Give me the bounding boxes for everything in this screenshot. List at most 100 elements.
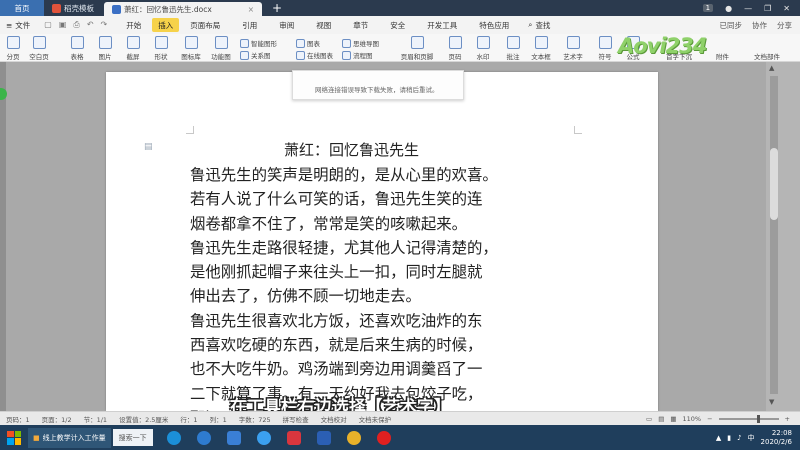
taskbar-word-icon[interactable] xyxy=(312,428,336,448)
user-avatar-icon[interactable]: ● xyxy=(725,4,732,13)
scroll-thumb[interactable] xyxy=(770,148,778,220)
collab-button[interactable]: 协作 xyxy=(752,20,767,31)
view-mode-icon[interactable]: ▤ xyxy=(658,415,664,423)
tab-template[interactable]: 稻壳模板 xyxy=(44,0,104,16)
close-icon[interactable]: × xyxy=(248,5,254,14)
ribbon-watermark[interactable]: 水印 xyxy=(472,34,494,61)
ribbon-screenshot[interactable]: 截屏 xyxy=(122,34,144,61)
taskbar-record-icon[interactable] xyxy=(372,428,396,448)
ribbon-label: 关系图 xyxy=(251,52,271,60)
taskbar-wps-icon[interactable] xyxy=(282,428,306,448)
share-button[interactable]: 分享 xyxy=(777,20,792,31)
file-menu[interactable]: ≡ 文件 xyxy=(0,20,36,31)
ribbon-picture[interactable]: 图片 xyxy=(94,34,116,61)
taskbar-ie-icon[interactable] xyxy=(162,428,186,448)
menu-search[interactable]: ⌕ 查找 xyxy=(520,20,558,31)
ribbon-icon-library[interactable]: 图标库 xyxy=(180,34,202,61)
network-icon[interactable]: ▮ xyxy=(727,434,731,442)
scroll-down-icon[interactable]: ▼ xyxy=(769,398,774,406)
ribbon-mindmap[interactable]: 思维导图 xyxy=(342,38,379,48)
zoom-out-icon[interactable]: − xyxy=(707,415,712,423)
ribbon-page-break[interactable]: 分页 xyxy=(2,34,24,61)
view-mode-icon[interactable]: ▭ xyxy=(646,415,652,423)
zoom-slider[interactable] xyxy=(718,414,779,423)
zoom-level[interactable]: 110% xyxy=(683,415,702,423)
status-section[interactable]: 节：1/1 xyxy=(78,414,113,424)
print-icon[interactable]: ⎙ xyxy=(73,20,79,30)
doc-line: 西喜欢吃硬的东西，就是后来生病的时候， xyxy=(190,336,483,355)
scroll-up-icon[interactable]: ▲ xyxy=(769,64,774,72)
sync-status[interactable]: 已同步 xyxy=(720,20,743,31)
menu-review[interactable]: 审阅 xyxy=(268,16,305,34)
document-body[interactable]: 鲁迅先生的笑声是明朗的，是从心里的欢喜。 若有人说了什么可笑的话，鲁迅先生笑的连… xyxy=(190,163,590,430)
ribbon-header-footer[interactable]: 页眉和页脚 xyxy=(400,34,434,61)
scroll-track[interactable] xyxy=(770,76,778,394)
menu-security[interactable]: 安全 xyxy=(379,16,416,34)
menu-start[interactable]: 开始 xyxy=(115,16,152,34)
status-page-number[interactable]: 页码：1 xyxy=(0,414,36,424)
tray-expand-icon[interactable]: ▲ xyxy=(716,434,721,442)
ribbon-flowchart[interactable]: 流程图 xyxy=(342,50,373,60)
save-icon[interactable]: ▣ xyxy=(59,20,67,30)
tab-home[interactable]: 首页 xyxy=(0,0,44,16)
menu-view[interactable]: 视图 xyxy=(305,16,342,34)
vertical-scrollbar[interactable]: ▲ ▼ xyxy=(766,62,800,411)
redo-icon[interactable]: ↷ xyxy=(101,20,108,30)
ribbon-table[interactable]: 表格 xyxy=(66,34,88,61)
menu-page-layout[interactable]: 页面布局 xyxy=(179,16,231,34)
ribbon-wordart[interactable]: 艺术字 xyxy=(562,34,584,61)
ime-indicator[interactable]: 中 xyxy=(748,433,755,443)
status-word-count[interactable]: 字数：725 xyxy=(233,414,277,424)
status-column[interactable]: 列：1 xyxy=(204,414,233,424)
menu-chapter[interactable]: 章节 xyxy=(342,16,379,34)
paragraph-layout-icon[interactable]: ▤ xyxy=(144,142,153,152)
tab-document[interactable]: 萧红：回忆鲁迅先生.docx × xyxy=(104,2,262,16)
menu-developer[interactable]: 开发工具 xyxy=(416,16,468,34)
start-button[interactable] xyxy=(0,425,28,450)
taskbar-chrome-icon[interactable] xyxy=(342,428,366,448)
status-spell-check[interactable]: 拼写检查 xyxy=(277,414,315,424)
taskbar-edge-icon[interactable] xyxy=(192,428,216,448)
taskbar-search[interactable]: 搜索一下 xyxy=(112,429,153,446)
ribbon-doc-parts[interactable]: 文档部件 xyxy=(754,51,780,61)
ribbon-function-chart[interactable]: 功能图 xyxy=(210,34,232,61)
ribbon-label: 页眉和页脚 xyxy=(400,53,434,61)
taskbar-baidu-netdisk-icon[interactable] xyxy=(252,428,276,448)
menu-references[interactable]: 引用 xyxy=(231,16,268,34)
ribbon-label: 图标库 xyxy=(181,53,201,61)
ribbon-relation-chart[interactable]: 关系图 xyxy=(240,50,271,60)
ribbon-chart[interactable]: 图表 xyxy=(296,38,320,48)
windows-logo-icon xyxy=(7,430,21,445)
ribbon-smartart[interactable]: 智能图形 xyxy=(240,38,277,48)
system-clock[interactable]: 22:08 2020/2/6 xyxy=(761,429,792,447)
new-tab-button[interactable]: + xyxy=(262,0,292,16)
taskbar-store-icon[interactable] xyxy=(222,428,246,448)
chart-icon xyxy=(296,38,305,48)
ribbon-symbol[interactable]: 符号 xyxy=(594,34,616,61)
textbox-icon xyxy=(534,36,548,49)
ribbon-online-chart[interactable]: 在线图表 xyxy=(296,50,333,60)
volume-icon[interactable]: ♪ xyxy=(737,434,741,442)
ribbon-blank-page[interactable]: 空白页 xyxy=(28,34,50,61)
status-setting[interactable]: 设置值：2.5厘米 xyxy=(113,414,174,424)
menu-insert[interactable]: 插入 xyxy=(152,18,180,32)
taskbar-app-teaching[interactable]: ■ 线上教学计入工作量 xyxy=(28,427,111,448)
window-close-icon[interactable]: ✕ xyxy=(783,4,790,13)
maximize-icon[interactable]: ❐ xyxy=(764,4,771,13)
status-proofread[interactable]: 文档校对 xyxy=(315,414,353,424)
status-page[interactable]: 页面：1/2 xyxy=(36,414,78,424)
ribbon-comment[interactable]: 批注 xyxy=(502,34,524,61)
ribbon-shapes[interactable]: 形状 xyxy=(150,34,172,61)
zoom-in-icon[interactable]: + xyxy=(785,415,790,423)
view-mode-icon[interactable]: ▦ xyxy=(670,415,676,423)
ribbon-attachment[interactable]: 附件 xyxy=(716,51,729,61)
undo-icon[interactable]: ↶ xyxy=(87,20,94,30)
status-protection[interactable]: 文档未保护 xyxy=(353,414,398,424)
open-icon[interactable]: ▢ xyxy=(44,20,52,30)
minimize-icon[interactable]: — xyxy=(744,4,752,13)
status-row[interactable]: 行：1 xyxy=(174,414,203,424)
ribbon-textbox[interactable]: 文本框 xyxy=(530,34,552,61)
menu-special-apps[interactable]: 特色应用 xyxy=(468,16,520,34)
windows-taskbar: ■ 线上教学计入工作量 搜索一下 ▲ ▮ ♪ 中 22:08 2020/2/6 xyxy=(0,425,800,450)
ribbon-page-number[interactable]: 页码 xyxy=(444,34,466,61)
